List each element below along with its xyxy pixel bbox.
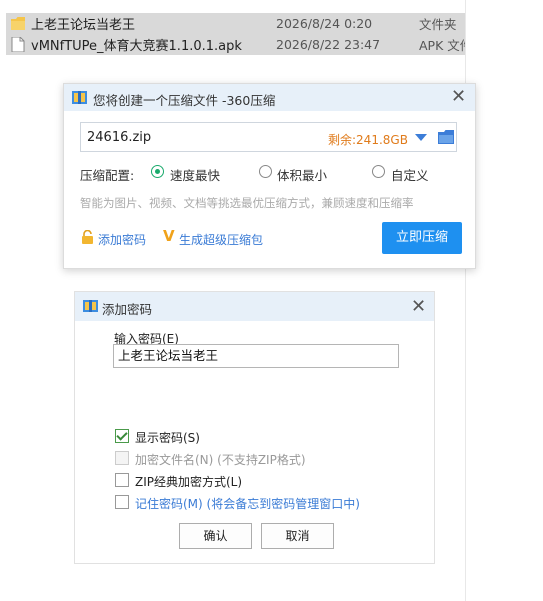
show-password-label[interactable]: 显示密码(S) <box>135 429 200 446</box>
file-icon <box>11 37 25 52</box>
compress-hint: 智能为图片、视频、文档等挑选最优压缩方式，兼顾速度和压缩率 <box>80 196 414 210</box>
dialog-titlebar[interactable]: 添加密码 ✕ <box>75 292 434 321</box>
dialog-title: 您将创建一个压缩文件 -360压缩 <box>93 93 276 108</box>
remember-password-checkbox[interactable] <box>115 495 129 509</box>
dialog-titlebar[interactable]: 您将创建一个压缩文件 -360压缩 ✕ <box>64 84 475 111</box>
file-row-apk[interactable]: vMNfTUPe_体育大竞赛1.1.0.1.apk 2026/8/22 23:4… <box>6 34 466 55</box>
archive-path-field[interactable]: 24616.zip 剩余:241.8GB <box>80 122 457 152</box>
add-password-dialog: 添加密码 ✕ 输入密码(E) 上老王论坛当老王 显示密码(S) 加密文件名(N)… <box>74 291 435 564</box>
confirm-button[interactable]: 确认 <box>179 523 252 549</box>
zip-classic-encryption-label[interactable]: ZIP经典加密方式(L) <box>135 473 242 490</box>
radio-smallest-label[interactable]: 体积最小 <box>277 165 327 184</box>
file-name: 上老王论坛当老王 <box>31 18 136 33</box>
lock-icon[interactable] <box>81 230 94 244</box>
radio-fastest[interactable] <box>151 165 164 178</box>
file-explorer-list: 上老王论坛当老王 2026/8/24 0:20 文件夹 vMNfTUPe_体育大… <box>0 0 543 64</box>
compress-config-label: 压缩配置: <box>80 168 135 183</box>
chevron-down-icon[interactable] <box>415 134 427 141</box>
add-password-link[interactable]: 添加密码 <box>98 231 146 248</box>
file-type: APK 文件 <box>419 38 466 53</box>
show-password-checkbox[interactable] <box>115 429 129 443</box>
super-archive-link[interactable]: 生成超级压缩包 <box>179 231 263 248</box>
file-row-folder[interactable]: 上老王论坛当老王 2026/8/24 0:20 文件夹 <box>6 13 466 34</box>
encrypt-filenames-checkbox <box>115 451 129 465</box>
file-name: vMNfTUPe_体育大竞赛1.1.0.1.apk <box>31 39 242 54</box>
zip-classic-encryption-checkbox[interactable] <box>115 473 129 487</box>
cancel-button[interactable]: 取消 <box>261 523 334 549</box>
file-date: 2026/8/24 0:20 <box>276 16 373 31</box>
file-type: 文件夹 <box>419 17 457 32</box>
password-input[interactable]: 上老王论坛当老王 <box>113 344 399 368</box>
close-icon[interactable]: ✕ <box>411 298 426 316</box>
folder-icon <box>11 17 25 30</box>
radio-custom[interactable] <box>372 165 385 178</box>
disk-remaining: 剩余:241.8GB <box>328 133 408 147</box>
vip-v-icon: V <box>163 227 175 245</box>
encrypt-filenames-label: 加密文件名(N) (不支持ZIP格式) <box>135 453 306 467</box>
radio-custom-label[interactable]: 自定义 <box>391 165 429 184</box>
dialog-title: 添加密码 <box>102 302 153 317</box>
compress-now-button[interactable]: 立即压缩 <box>382 222 462 254</box>
radio-smallest[interactable] <box>259 165 272 178</box>
zip-app-icon <box>83 300 98 312</box>
remember-password-label[interactable]: 记住密码(M) (将会备忘到密码管理窗口中) <box>135 495 360 512</box>
radio-fastest-label[interactable]: 速度最快 <box>170 165 220 184</box>
zip-app-icon <box>72 91 87 104</box>
archive-filename: 24616.zip <box>87 130 152 145</box>
browse-folder-icon[interactable] <box>438 130 454 144</box>
close-icon[interactable]: ✕ <box>451 88 466 106</box>
create-archive-dialog: 您将创建一个压缩文件 -360压缩 ✕ 24616.zip 剩余:241.8GB… <box>63 83 476 269</box>
file-date: 2026/8/22 23:47 <box>276 37 381 52</box>
